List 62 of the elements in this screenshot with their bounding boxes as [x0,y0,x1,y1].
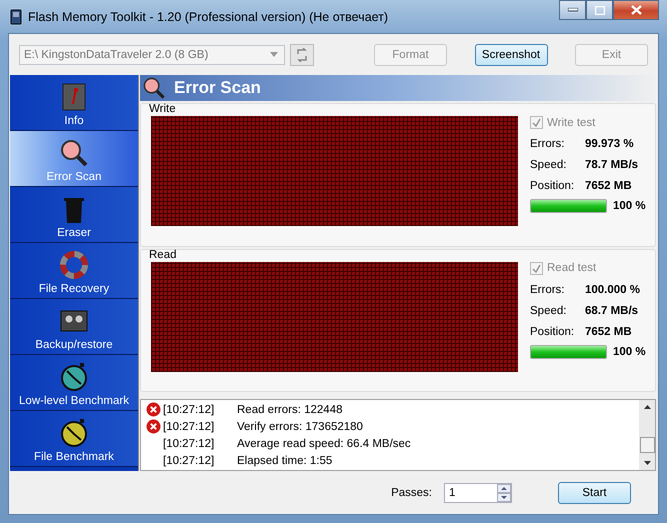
close-icon [630,5,642,15]
log-time: [10:27:12] [163,420,216,433]
stat-value: 99.973 % [585,138,634,150]
stat-value: 7652 MB [585,180,632,192]
maximize-button[interactable] [586,0,613,20]
log-time: [10:27:12] [163,454,216,467]
sidebar-item[interactable]: Error Scan [10,131,138,187]
sidebar-item[interactable]: Low-level Benchmark [10,355,138,411]
stat-value: 68.7 MB/s [585,304,638,317]
caret-icon [270,52,278,57]
stopwatch-icon [59,417,89,449]
group-title: Write [149,103,176,115]
drive-dropdown[interactable]: E:\ KingstonDataTraveler 2.0 (8 GB) [19,44,285,64]
log-message: Verify errors: 173652180 [237,420,363,433]
sidebar-item[interactable]: File Benchmark [10,411,138,467]
scroll-down-icon [644,460,650,465]
scroll-up-icon [644,405,650,410]
stat-value: 100.000 % [585,284,640,296]
stopwatch-icon [59,361,89,393]
stat-value: 78.7 MB/s [585,159,638,171]
stat-label: Speed: [530,304,568,317]
stat-label: Speed: [530,159,568,171]
minimize-button[interactable] [559,0,586,20]
refresh-button[interactable] [290,44,314,66]
stat-label: Errors: [530,284,566,296]
section-title: Error Scan [174,78,261,98]
sidebar-item[interactable]: Info [10,75,138,131]
magnifier-icon [59,137,89,169]
group-title: Read [149,248,176,261]
window-title: Flash Memory Toolkit - 1.20 (Professional version) (Не отвечает) [28,10,390,24]
close-button[interactable] [613,0,659,20]
app-icon [10,8,22,24]
stat-label: Position: [530,326,576,338]
passes-label: Passes: [391,486,432,498]
check-icon [532,118,541,127]
sidebar-item[interactable]: Backup/restore [10,299,138,355]
maximize-icon [594,6,604,14]
log-message: Elapsed time: 1:55 [237,454,332,467]
progress-percent: 100 % [613,200,646,212]
stat-label: Errors: [530,138,566,150]
check-icon [532,264,541,273]
scroll-thumb[interactable] [640,437,654,454]
minimize-icon [568,8,578,12]
scrollbar[interactable] [639,400,655,470]
spinner-icon [497,484,511,502]
log-time: [10:27:12] [163,438,216,450]
log-message: Average read speed: 66.4 MB/sec [237,438,411,450]
toolbar-button[interactable]: Screenshot [474,44,548,66]
magnifier-icon [142,76,166,100]
start-button[interactable]: Start [558,482,631,504]
sidebar-item[interactable]: Eraser [10,187,138,243]
log-time: [10:27:12] [163,404,216,416]
lifebuoy-icon [59,249,89,281]
progress-percent: 100 % [613,346,646,358]
stat-label: Position: [530,180,576,192]
refresh-icon [296,48,308,62]
error-icon [146,419,161,434]
stat-value: 7652 MB [585,326,632,338]
passes-field[interactable]: 1 [444,482,512,502]
log-message: Read errors: 122448 [237,404,342,416]
error-icon [146,402,161,418]
sidebar-item[interactable]: File Recovery [10,243,138,299]
